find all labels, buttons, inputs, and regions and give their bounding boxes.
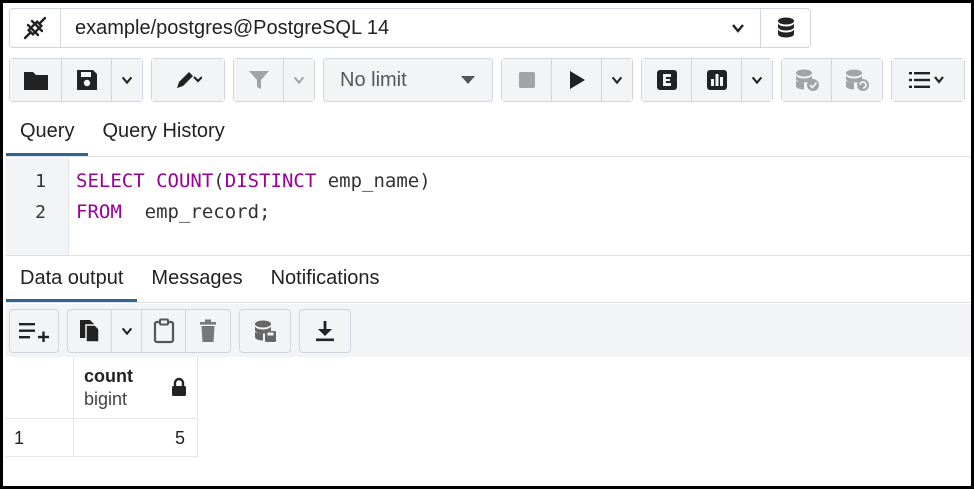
database-commit-icon <box>795 69 819 91</box>
filter-options-dropdown[interactable] <box>284 59 314 101</box>
line-number: 2 <box>35 202 46 223</box>
query-tabs: Query Query History <box>6 111 971 157</box>
execute-group <box>501 58 633 102</box>
stop-icon <box>518 72 535 88</box>
explain-button[interactable] <box>642 59 692 101</box>
tab-notifications[interactable]: Notifications <box>257 256 394 302</box>
open-file-button[interactable] <box>10 59 62 101</box>
output-tabs: Data output Messages Notifications <box>6 255 971 303</box>
connection-select[interactable]: example/postgres@PostgreSQL 14 <box>61 8 761 48</box>
tab-data-output[interactable]: Data output <box>6 256 138 302</box>
database-rollback-icon <box>846 69 869 91</box>
stop-button[interactable] <box>502 59 552 101</box>
connection-label: example/postgres@PostgreSQL 14 <box>75 16 390 39</box>
explain-icon <box>656 70 677 90</box>
tab-query[interactable]: Query <box>6 111 89 156</box>
copy-group <box>67 308 231 353</box>
tab-query-history[interactable]: Query History <box>88 111 238 156</box>
explain-options-dropdown[interactable] <box>742 59 772 101</box>
row-limit-select[interactable]: No limit <box>323 58 493 102</box>
add-row-icon <box>19 322 49 342</box>
add-row-button[interactable] <box>10 310 58 352</box>
bar-chart-icon <box>706 70 727 90</box>
query-toolbar: No limit <box>9 58 965 102</box>
chevron-down-icon <box>121 76 133 85</box>
line-number: 1 <box>35 171 46 192</box>
filter-icon <box>248 71 269 89</box>
commit-button[interactable] <box>782 59 832 101</box>
execute-options-dropdown[interactable] <box>602 59 632 101</box>
list-icon <box>909 72 944 88</box>
connection-status-button[interactable] <box>9 8 61 48</box>
trash-icon <box>200 319 216 342</box>
edit-menu-button[interactable] <box>152 59 224 101</box>
line-number-gutter: 1 2 <box>6 158 69 255</box>
row-number[interactable]: 1 <box>6 419 74 457</box>
chevron-down-icon <box>293 76 305 85</box>
add-row-group <box>9 308 59 353</box>
explain-analyze-button[interactable] <box>692 59 742 101</box>
edit-group <box>151 58 225 102</box>
code-line: FROM emp_record; <box>76 201 271 223</box>
download-button[interactable] <box>300 310 350 352</box>
execute-button[interactable] <box>552 59 602 101</box>
clipboard-icon <box>153 318 174 343</box>
database-icon <box>777 17 794 38</box>
chevron-down-icon <box>121 327 132 335</box>
lock-icon <box>172 377 186 396</box>
chevron-down-icon <box>751 76 763 85</box>
code-area[interactable]: SELECT COUNT(DISTINCT emp_name) FROM emp… <box>69 158 431 255</box>
rollback-button[interactable] <box>832 59 882 101</box>
download-group <box>299 308 351 353</box>
code-line: SELECT COUNT(DISTINCT emp_name) <box>76 170 431 192</box>
chevron-down-icon <box>732 24 744 33</box>
transaction-group <box>781 58 883 102</box>
connection-plug-icon <box>23 16 47 40</box>
save-file-button[interactable] <box>62 59 112 101</box>
save-icon <box>76 70 97 90</box>
filter-button[interactable] <box>234 59 284 101</box>
new-connection-button[interactable] <box>761 8 811 48</box>
sql-editor[interactable]: 1 2 SELECT COUNT(DISTINCT emp_name) FROM… <box>6 158 971 255</box>
pen-icon <box>177 72 202 88</box>
copy-button[interactable] <box>68 309 112 352</box>
play-icon <box>569 71 585 89</box>
table-cell[interactable]: 5 <box>74 419 198 457</box>
grid-corner[interactable] <box>6 357 74 419</box>
output-toolbar <box>6 304 971 357</box>
copy-icon <box>79 319 100 343</box>
filter-group <box>233 58 315 102</box>
paste-button[interactable] <box>142 309 186 352</box>
download-icon <box>316 320 334 341</box>
results-grid: count bigint 1 5 <box>6 357 971 486</box>
explain-group <box>641 58 773 102</box>
column-header-count[interactable]: count bigint <box>74 357 198 419</box>
macros-button[interactable] <box>892 59 964 101</box>
database-save-icon <box>255 320 276 342</box>
connection-bar: example/postgres@PostgreSQL 14 <box>9 8 811 48</box>
app-window: example/postgres@PostgreSQL 14 No limit … <box>0 0 974 489</box>
copy-options-dropdown[interactable] <box>112 309 142 352</box>
caret-down-icon <box>461 76 475 84</box>
save-options-dropdown[interactable] <box>112 59 142 101</box>
folder-icon <box>23 72 48 90</box>
save-data-button[interactable] <box>240 310 290 352</box>
row-limit-value: No limit <box>340 68 407 91</box>
save-data-group <box>239 308 291 353</box>
chevron-down-icon <box>611 76 623 85</box>
delete-row-button[interactable] <box>186 310 230 352</box>
macros-group <box>891 58 965 102</box>
file-group <box>9 58 143 102</box>
tab-messages[interactable]: Messages <box>137 256 256 302</box>
